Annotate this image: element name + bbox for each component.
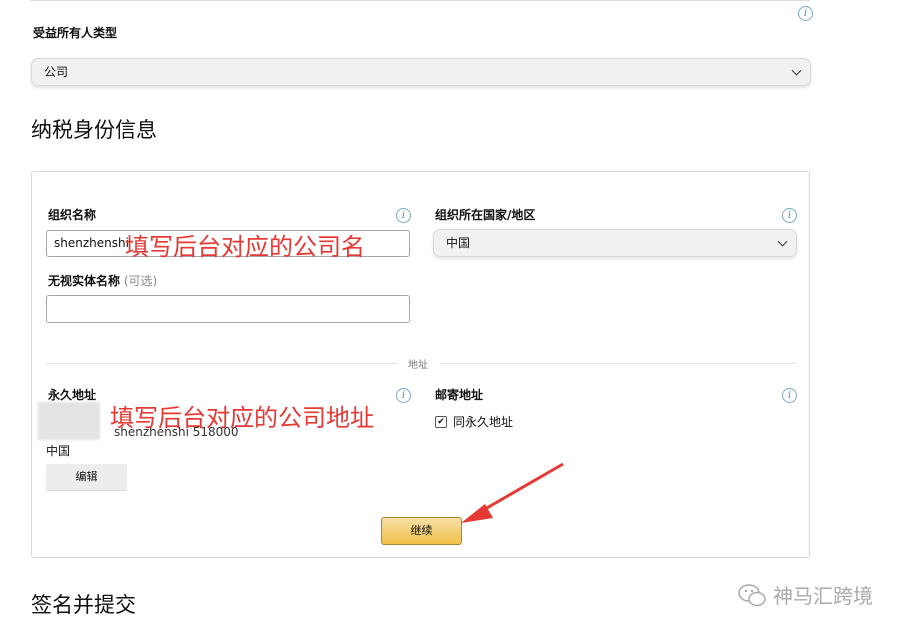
chevron-down-icon [791,65,802,76]
info-icon[interactable]: i [798,6,813,21]
disregarded-entity-input[interactable] [46,295,410,323]
address-divider-left [46,363,398,364]
address-divider-right [440,363,796,364]
org-name-label: 组织名称 [48,208,97,222]
redacted-address-block [38,402,100,440]
edit-button[interactable]: 编辑 [46,464,127,490]
disregarded-entity-label: 无视实体名称 [48,274,121,288]
mailing-address-label: 邮寄地址 [435,388,484,402]
address-divider-label: 地址 [408,360,428,371]
red-arrow-icon [461,462,564,523]
company-address-annotation: 填写后台对应的公司地址 [110,404,374,432]
watermark-text: 神马汇跨境 [773,584,873,608]
tax-identity-title: 纳税身份信息 [31,118,157,142]
company-name-annotation: 填写后台对应的公司名 [125,233,365,261]
checkbox-icon[interactable]: ✔ [435,415,447,428]
same-as-permanent-option[interactable]: ✔ 同永久地址 [435,413,513,430]
beneficial-owner-label: 受益所有人类型 [33,26,118,40]
org-country-label: 组织所在国家/地区 [435,208,536,222]
watermark: 神马汇跨境 [737,580,873,609]
disregarded-entity-label-group: 无视实体名称 (可选) [48,272,157,289]
info-icon[interactable]: i [396,208,411,223]
info-icon[interactable]: i [396,388,411,403]
chevron-down-icon [777,236,788,247]
org-country-value: 中国 [446,236,471,250]
continue-button[interactable]: 继续 [381,517,462,545]
info-icon[interactable]: i [782,388,797,403]
beneficial-owner-value: 公司 [44,65,69,79]
permanent-address-country: 中国 [46,444,71,458]
beneficial-owner-select[interactable]: 公司 [31,58,811,86]
top-divider [30,0,810,1]
org-name-value: shenzhenshi [54,236,129,250]
permanent-address-label: 永久地址 [48,388,97,402]
wechat-icon [738,583,766,606]
same-as-permanent-label: 同永久地址 [453,415,514,429]
sign-submit-title: 签名并提交 [31,593,136,617]
org-country-select[interactable]: 中国 [433,229,797,257]
info-icon[interactable]: i [782,208,797,223]
optional-hint: (可选) [123,274,158,288]
